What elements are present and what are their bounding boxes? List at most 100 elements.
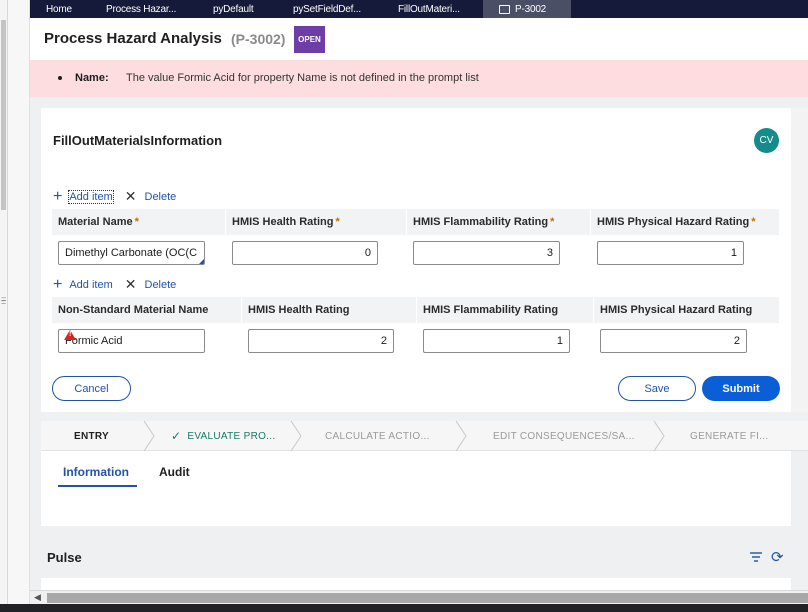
status-badge: OPEN — [294, 26, 325, 53]
physical-hazard-rating-value: 1 — [730, 247, 737, 259]
required-marker: * — [550, 216, 555, 228]
tab-audit[interactable]: Audit — [159, 465, 190, 479]
tab-information[interactable]: Information — [63, 465, 129, 479]
case-id: (P-3002) — [231, 31, 286, 47]
form-card: FillOutMaterialsInformation CV + Add ite… — [41, 108, 791, 412]
stage-label: CALCULATE ACTIO... — [325, 430, 430, 442]
column-header-label: HMIS Health Rating — [232, 216, 334, 228]
column-header: HMIS Physical Hazard Rating * — [591, 209, 779, 235]
health-rating-field[interactable]: 0 — [232, 241, 378, 265]
horizontal-scrollbar[interactable]: ◀ — [30, 590, 808, 604]
tab-p-3002[interactable]: P-3002 — [483, 0, 571, 18]
autocomplete-corner-icon — [198, 258, 204, 264]
chevron-separator-icon — [455, 421, 467, 451]
nonstandard-health-rating-field[interactable]: 2 — [248, 329, 394, 353]
chevron-separator-icon — [143, 421, 155, 451]
scroll-left-icon[interactable]: ◀ — [34, 592, 41, 603]
check-icon: ✓ — [171, 429, 182, 443]
stage-edit-consequences[interactable]: EDIT CONSEQUENCES/SA... — [493, 421, 635, 451]
tab-label: P-3002 — [515, 3, 547, 15]
filter-icon[interactable] — [749, 551, 763, 563]
standard-actions: + Add item ✕ Delete — [53, 188, 176, 205]
flammability-rating-field[interactable]: 3 — [413, 241, 560, 265]
nonstandard-actions: + Add item ✕ Delete — [53, 276, 176, 293]
column-header: HMIS Physical Hazard Rating — [594, 297, 779, 323]
column-header-label: HMIS Health Rating — [248, 304, 350, 316]
details-tab-panel: Information Audit — [41, 451, 791, 526]
column-header-label: HMIS Physical Hazard Rating — [597, 216, 750, 228]
column-header-label: Non-Standard Material Name — [58, 304, 209, 316]
column-header: HMIS Health Rating — [242, 297, 417, 323]
nonstandard-material-name-field[interactable]: Formic Acid — [58, 329, 205, 353]
tab-label: FillOutMateri... — [398, 3, 460, 15]
splitter-grip-icon[interactable]: = = — [1, 295, 6, 307]
case-icon — [499, 4, 510, 14]
required-marker: * — [751, 216, 756, 228]
avatar[interactable]: CV — [754, 128, 779, 153]
stage-calculate[interactable]: CALCULATE ACTIO... — [325, 421, 430, 451]
tab-home[interactable]: Home — [30, 0, 86, 18]
tab-pydefault[interactable]: pyDefault — [193, 0, 273, 18]
tab-process-hazard[interactable]: Process Hazar... — [86, 0, 193, 18]
plus-icon[interactable]: + — [53, 276, 62, 292]
page-title: Process Hazard Analysis — [44, 30, 222, 47]
add-item-button[interactable]: Add item — [68, 189, 114, 204]
stage-generate[interactable]: GENERATE FI... — [690, 421, 768, 451]
nonstandard-physical-hazard-rating-field[interactable]: 2 — [600, 329, 747, 353]
close-icon[interactable]: ✕ — [125, 276, 137, 293]
column-header: Non-Standard Material Name — [52, 297, 242, 323]
nonstandard-physical-hazard-rating-value: 2 — [733, 335, 740, 347]
column-header-label: HMIS Flammability Rating — [413, 216, 549, 228]
document-tab-bar: Home Process Hazar... pyDefault pySetFie… — [30, 0, 808, 18]
standard-table-header: Material Name * HMIS Health Rating * HMIS … — [52, 209, 779, 235]
save-button[interactable]: Save — [618, 376, 696, 401]
stage-entry[interactable]: ENTRY — [74, 421, 109, 451]
plus-icon[interactable]: + — [53, 188, 62, 204]
left-gutter — [8, 0, 30, 612]
add-item-button[interactable]: Add item — [69, 279, 112, 291]
left-scrollbar[interactable]: = = — [0, 0, 8, 612]
material-name-value: Dimethyl Carbonate (OC(C — [65, 247, 198, 259]
column-header-label: HMIS Physical Hazard Rating — [600, 304, 753, 316]
warning-icon: ! — [64, 330, 76, 340]
stage-label: GENERATE FI... — [690, 430, 769, 442]
delete-button[interactable]: Delete — [145, 279, 177, 291]
material-name-field[interactable]: Dimethyl Carbonate (OC(C — [58, 241, 205, 265]
cancel-button[interactable]: Cancel — [52, 376, 131, 401]
column-header: Material Name * — [52, 209, 226, 235]
stage-label: ENTRY — [74, 430, 110, 442]
horizontal-scrollbar-thumb[interactable] — [47, 593, 808, 603]
left-scrollbar-thumb[interactable] — [1, 20, 6, 210]
stage-evaluate[interactable]: ✓ EVALUATE PRO... — [171, 421, 275, 451]
stage-label: EVALUATE PRO... — [187, 430, 276, 442]
health-rating-value: 0 — [364, 247, 371, 259]
submit-button[interactable]: Submit — [702, 376, 780, 401]
error-label: Name: — [75, 72, 109, 84]
taskbar — [0, 604, 808, 612]
tab-label: Home — [46, 3, 72, 15]
refresh-icon[interactable]: ⟳ — [771, 548, 784, 566]
tab-filloutmaterials[interactable]: FillOutMateri... — [378, 0, 483, 18]
pulse-section: Pulse ⟳ — [41, 540, 808, 578]
active-tab-underline — [58, 485, 137, 487]
error-banner: Name: The value Formic Acid for property… — [30, 60, 808, 97]
flammability-rating-value: 3 — [546, 247, 553, 259]
tab-pysetfielddef[interactable]: pySetFieldDef... — [273, 0, 378, 18]
delete-button[interactable]: Delete — [145, 191, 177, 203]
bullet-icon — [58, 76, 62, 80]
case-header: Process Hazard Analysis (P-3002) OPEN — [30, 18, 808, 60]
close-icon[interactable]: ✕ — [125, 188, 137, 205]
tab-label: pyDefault — [213, 3, 254, 15]
nonstandard-flammability-rating-value: 1 — [556, 335, 563, 347]
column-header: HMIS Flammability Rating — [417, 297, 594, 323]
right-edge-panel — [791, 108, 808, 412]
chevron-separator-icon — [290, 421, 302, 451]
tab-label: pySetFieldDef... — [293, 3, 361, 15]
column-header-label: Material Name — [58, 216, 133, 228]
column-header: HMIS Health Rating * — [226, 209, 407, 235]
pulse-body — [41, 578, 791, 590]
nonstandard-health-rating-value: 2 — [380, 335, 387, 347]
nonstandard-flammability-rating-field[interactable]: 1 — [423, 329, 570, 353]
physical-hazard-rating-field[interactable]: 1 — [597, 241, 744, 265]
required-marker: * — [134, 216, 139, 228]
